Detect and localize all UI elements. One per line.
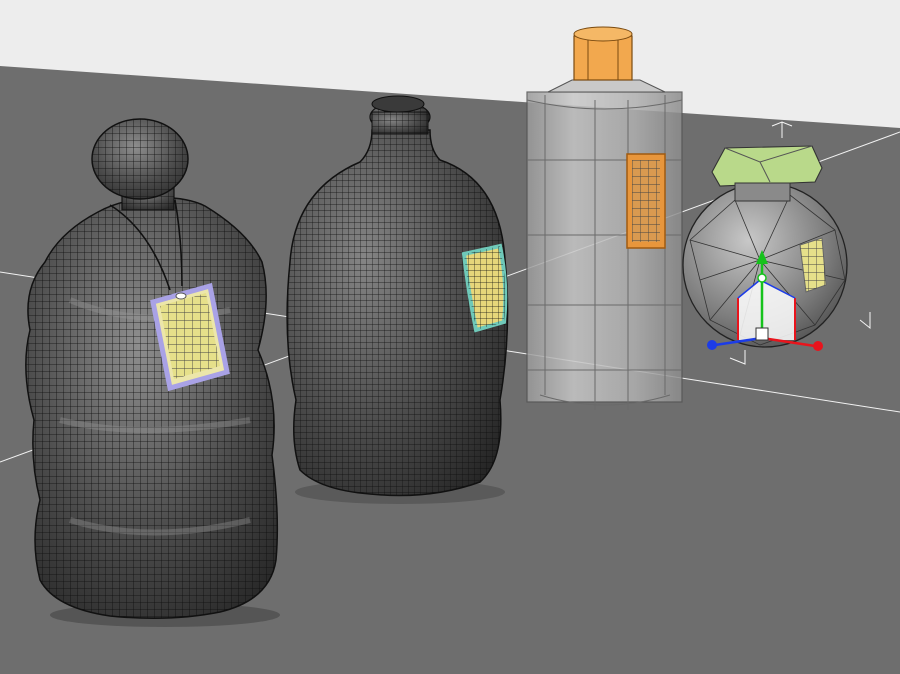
- scene-canvas[interactable]: [0, 0, 900, 674]
- tag-hole-icon: [175, 292, 187, 300]
- z-axis-arrow-icon[interactable]: [707, 340, 717, 350]
- lumpy-bottle-mesh: [25, 197, 278, 619]
- glass-bottle-label[interactable]: [626, 153, 666, 249]
- gizmo-center[interactable]: [755, 327, 769, 341]
- glass-bottle-cap[interactable]: [573, 26, 633, 81]
- x-axis-arrow-icon[interactable]: [813, 341, 823, 351]
- 3d-viewport[interactable]: [0, 0, 900, 674]
